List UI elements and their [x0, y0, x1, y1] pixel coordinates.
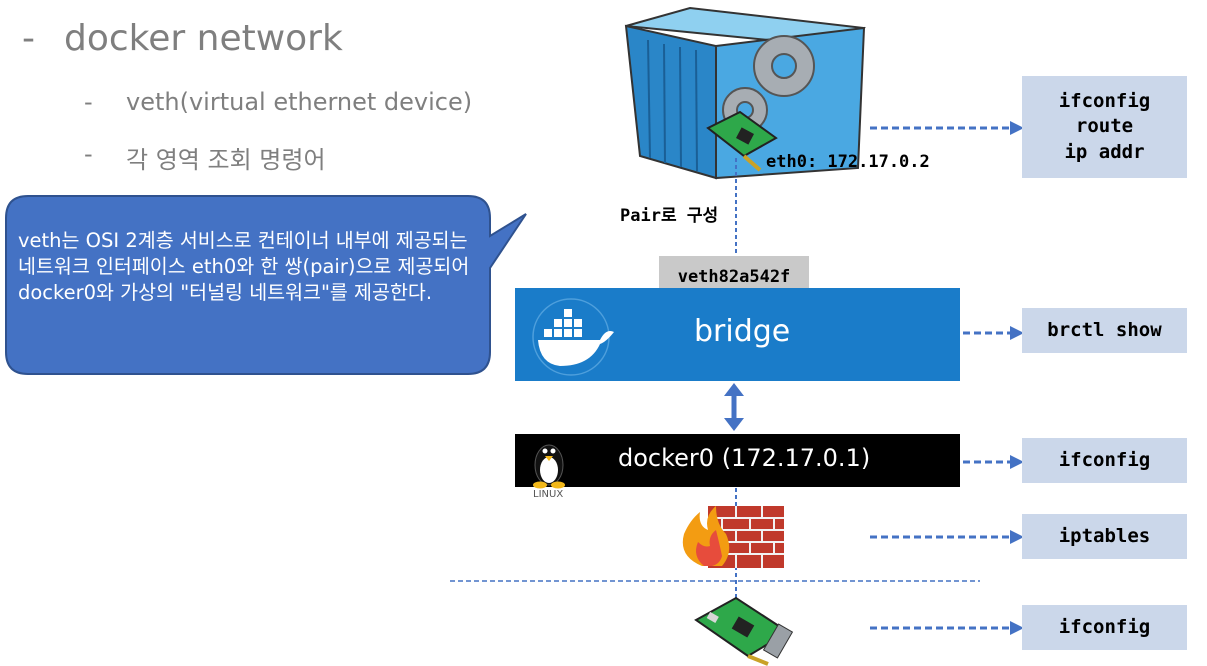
cmd-box-container: ifconfig route ip addr — [1022, 76, 1187, 178]
cmd-route: route — [1075, 115, 1134, 138]
cmd-box-firewall: iptables — [1022, 514, 1187, 559]
cmd-box-docker0: ifconfig — [1022, 438, 1187, 483]
cmd-ip-addr: ip addr — [1064, 140, 1145, 163]
cmd-box-nic: ifconfig — [1022, 605, 1187, 650]
cmd-box-bridge: brctl show — [1022, 308, 1187, 353]
cmd-ifconfig: ifconfig — [1058, 89, 1151, 112]
